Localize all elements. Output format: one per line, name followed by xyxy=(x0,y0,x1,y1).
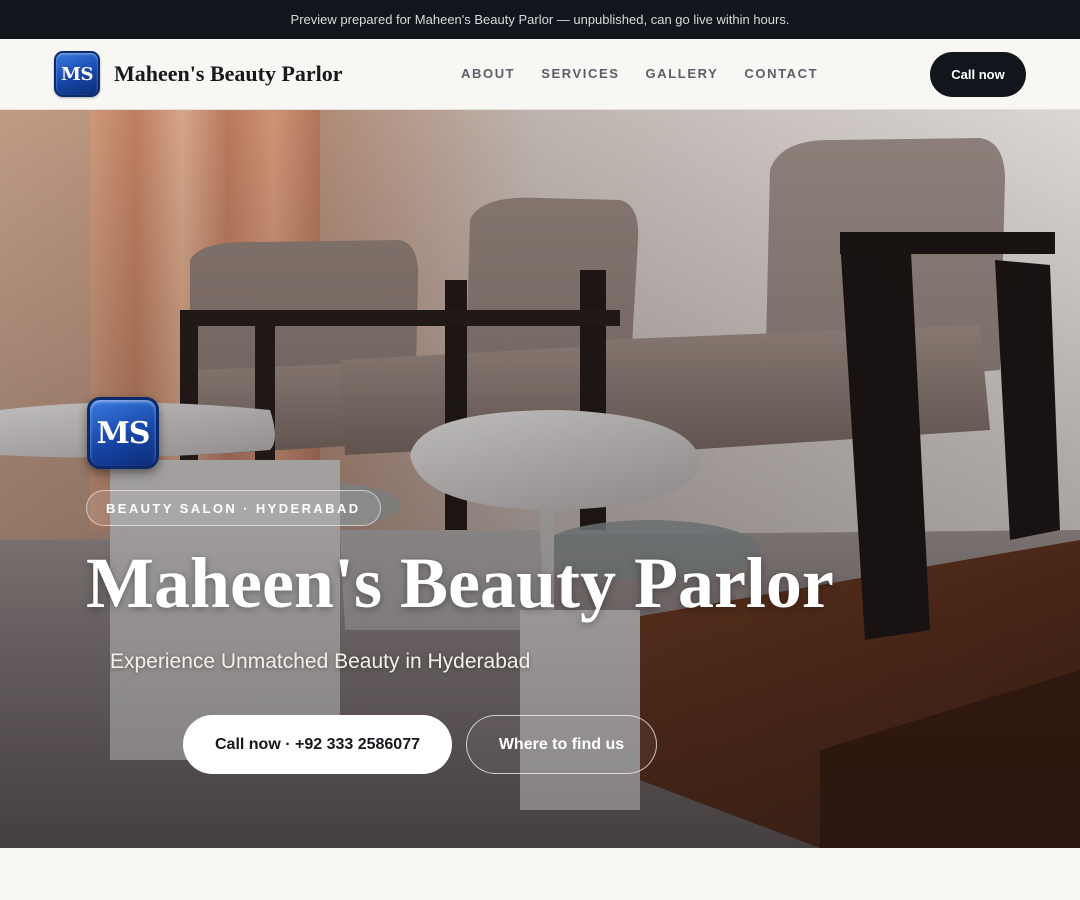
brand[interactable]: MS Maheen's Beauty Parlor xyxy=(54,51,343,97)
nav-link-about[interactable]: ABOUT xyxy=(461,66,515,81)
hero-subtitle: Experience Unmatched Beauty in Hyderabad xyxy=(110,650,531,673)
nav-link-gallery[interactable]: GALLERY xyxy=(646,66,719,81)
hero-title: Maheen's Beauty Parlor xyxy=(86,543,834,623)
hero-section: MS BEAUTY SALON · HYDERABAD Maheen's Bea… xyxy=(0,110,1080,848)
hero-location-button[interactable]: Where to find us xyxy=(466,715,657,774)
site-header: MS Maheen's Beauty Parlor ABOUT SERVICES… xyxy=(0,39,1080,110)
nav-link-contact[interactable]: CONTACT xyxy=(744,66,818,81)
hero-tagline-pill: BEAUTY SALON · HYDERABAD xyxy=(86,490,381,526)
brand-name: Maheen's Beauty Parlor xyxy=(114,61,343,86)
header-call-button[interactable]: Call now xyxy=(930,52,1026,97)
hero-call-button[interactable]: Call now · +92 333 2586077 xyxy=(183,715,452,774)
nav-link-services[interactable]: SERVICES xyxy=(541,66,619,81)
preview-banner: Preview prepared for Maheen's Beauty Par… xyxy=(0,0,1080,39)
preview-banner-text: Preview prepared for Maheen's Beauty Par… xyxy=(290,12,790,27)
logo-badge: MS xyxy=(54,51,100,97)
main-nav: ABOUT SERVICES GALLERY CONTACT xyxy=(461,66,818,81)
hero-logo-badge: MS xyxy=(87,397,159,469)
